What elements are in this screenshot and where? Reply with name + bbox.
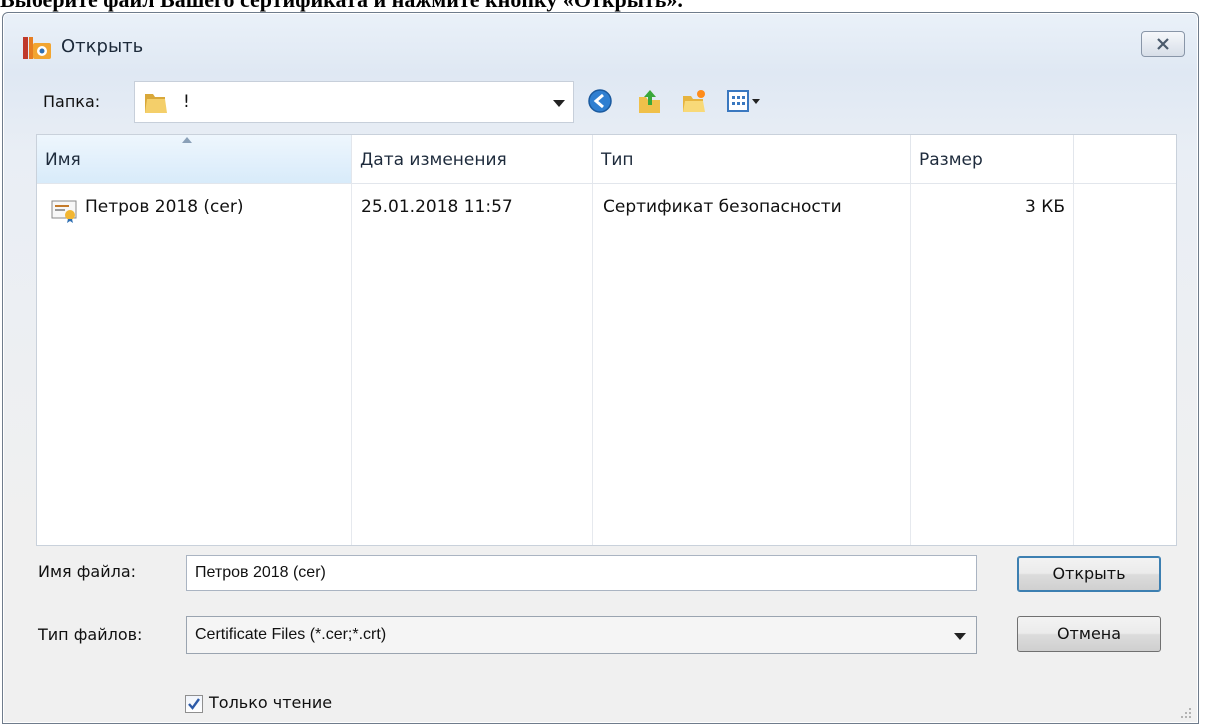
column-header-type[interactable]: Тип <box>593 135 911 183</box>
sort-ascending-icon <box>182 137 192 143</box>
column-header-empty <box>1074 135 1176 183</box>
filename-input[interactable]: Петров 2018 (cer) <box>186 555 977 591</box>
window-title: Открыть <box>61 36 144 57</box>
readonly-label: Только чтение <box>209 693 333 712</box>
open-file-dialog: Открыть Папка: ! Имя Дата изменения Тип … <box>2 12 1199 724</box>
open-button[interactable]: Открыть <box>1017 556 1161 592</box>
filetype-label: Тип файлов: <box>38 625 143 644</box>
check-icon <box>188 698 200 710</box>
file-type-cell: Сертификат безопасности <box>603 197 842 217</box>
filename-value: Петров 2018 (cer) <box>195 564 326 581</box>
column-label: Тип <box>601 150 634 170</box>
cancel-button[interactable]: Отмена <box>1017 616 1161 652</box>
column-label: Размер <box>919 150 983 170</box>
folder-name: ! <box>183 92 190 112</box>
column-label: Имя <box>45 150 81 170</box>
close-button[interactable] <box>1141 31 1185 57</box>
resize-grip-icon[interactable] <box>1180 707 1192 719</box>
column-header-name[interactable]: Имя <box>37 135 352 183</box>
back-icon[interactable] <box>586 87 614 115</box>
app-icon <box>23 37 51 59</box>
view-menu-icon[interactable] <box>726 87 764 115</box>
new-folder-icon[interactable] <box>680 87 708 115</box>
file-list[interactable]: Имя Дата изменения Тип Размер Петров 201… <box>36 134 1177 546</box>
filetype-value: Certificate Files (*.cer;*.crt) <box>195 626 387 643</box>
chevron-down-icon[interactable] <box>954 633 966 640</box>
column-divider <box>910 184 911 545</box>
folder-icon <box>145 94 167 113</box>
certificate-icon <box>51 200 77 223</box>
column-header-size[interactable]: Размер <box>911 135 1074 183</box>
file-size-cell: 3 КБ <box>1025 197 1065 217</box>
column-header-date[interactable]: Дата изменения <box>352 135 593 183</box>
readonly-checkbox[interactable] <box>185 695 203 713</box>
column-divider <box>351 184 352 545</box>
filetype-select[interactable]: Certificate Files (*.cer;*.crt) <box>186 616 977 654</box>
title-bar[interactable]: Открыть <box>3 13 1198 73</box>
filename-label: Имя файла: <box>38 562 137 581</box>
header-divider <box>37 183 1176 184</box>
close-icon <box>1157 38 1169 50</box>
file-name-cell: Петров 2018 (cer) <box>85 197 244 217</box>
up-folder-icon[interactable] <box>636 87 664 115</box>
folder-label: Папка: <box>43 92 101 111</box>
chevron-down-icon[interactable] <box>553 100 565 107</box>
column-divider <box>592 184 593 545</box>
file-date-cell: 25.01.2018 11:57 <box>361 197 513 217</box>
column-divider <box>1073 184 1074 545</box>
column-label: Дата изменения <box>360 150 507 170</box>
folder-combobox[interactable]: ! <box>134 81 574 123</box>
